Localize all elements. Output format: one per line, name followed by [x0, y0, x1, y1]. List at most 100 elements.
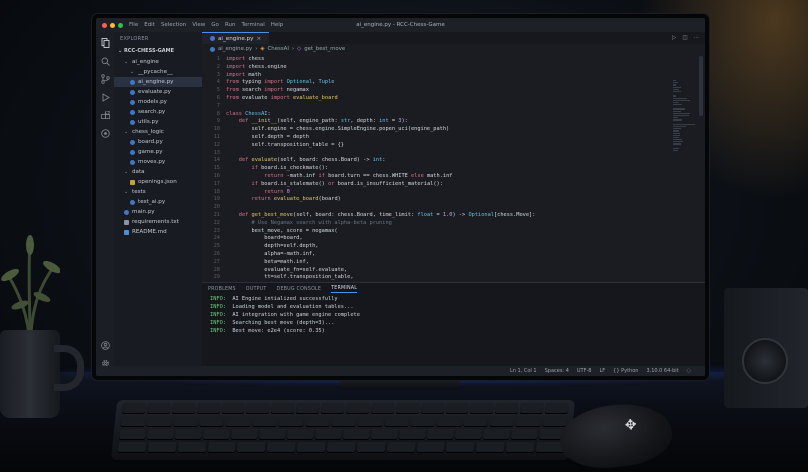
breadcrumb: ai_engine.py › ◈ ChessAI › ◇ get_best_mo… — [202, 44, 705, 54]
line-number: 11 — [213, 133, 220, 140]
run-file-icon[interactable]: ▷ — [672, 35, 676, 41]
tree-item-label: evaluate.py — [138, 89, 171, 95]
code-line: 13 — [202, 150, 705, 158]
terminal-line: INFO: AI integration with game engine co… — [210, 312, 360, 318]
tree-item[interactable]: ai_engine.py — [114, 77, 202, 87]
tree-item[interactable]: game.py — [114, 147, 202, 157]
tree-item-label: __pycache__ — [138, 69, 173, 75]
line-content: return -math.inf if board.turn == chess.… — [264, 172, 453, 179]
tree-item[interactable]: openings.json — [114, 177, 202, 187]
tree-item-label: board.py — [138, 139, 163, 145]
line-content: def get_best_move(self, board: chess.Boa… — [238, 211, 536, 218]
indentation[interactable]: Spaces: 4 — [545, 368, 569, 374]
file-tree: ⌄ ai_engine ⌄ __pycache__ ai_engine.py evalua… — [114, 57, 202, 237]
cursor-position[interactable]: Ln 1, Col 1 — [510, 368, 537, 374]
vscode-window: ai_engine.py - RCC-Chess-Game File Edit … — [96, 18, 705, 376]
panel-tab-problems[interactable]: PROBLEMS — [208, 287, 236, 292]
terminal-line: INFO: Searching best move (depth=3)... — [210, 320, 335, 326]
window-title: ai_engine.py - RCC-Chess-Game — [356, 22, 445, 28]
code-editor[interactable]: 1 import chess 2 import chess.engine 3 import… — [202, 56, 705, 282]
line-number: 19 — [213, 196, 220, 203]
project-root[interactable]: ⌄ RCC-CHESS-GAME — [114, 46, 202, 57]
files-icon[interactable] — [100, 38, 110, 48]
panel-tab-debug-console[interactable]: DEBUG CONSOLE — [277, 287, 322, 292]
tree-item-label: requirements.txt — [132, 219, 179, 225]
tree-item[interactable]: ⌄ tests — [114, 187, 202, 197]
search-icon[interactable] — [100, 56, 110, 66]
account-icon[interactable] — [100, 340, 110, 350]
language-mode[interactable]: {} Python — [613, 368, 638, 374]
tree-item-label: README.md — [132, 229, 167, 235]
line-content: def __init__(self, engine_path: str, dep… — [238, 118, 408, 125]
line-content: from search import negamax — [226, 87, 309, 94]
line-content: tt=self.transposition_table, — [226, 274, 354, 281]
source-control-icon[interactable] — [100, 74, 110, 84]
tree-item[interactable]: search.py — [114, 107, 202, 117]
folder-chevron-icon: ⌄ — [130, 68, 135, 75]
tree-item[interactable]: ⌄ chess_logic — [114, 127, 202, 137]
minimap[interactable] — [673, 80, 695, 152]
breadcrumb-class[interactable]: ChessAI — [268, 46, 289, 52]
explorer-sidebar: EXPLORER ⌄ RCC-CHESS-GAME ⌄ ai_engine ⌄ __p… — [114, 32, 202, 366]
notifications-bell-icon[interactable]: ◌ — [687, 368, 691, 374]
tree-item[interactable]: requirements.txt — [114, 217, 202, 227]
tree-item[interactable]: ⌄ data — [114, 167, 202, 177]
split-editor-icon[interactable]: ◫ — [682, 35, 687, 41]
code-line: 1 import chess — [202, 56, 705, 64]
line-number: 24 — [213, 235, 220, 242]
editor-scrollbar[interactable] — [699, 56, 703, 116]
line-number: 7 — [216, 102, 220, 109]
tree-item[interactable]: board.py — [114, 137, 202, 147]
tree-item-label: test_ai.py — [138, 199, 166, 205]
tree-item[interactable]: README.md — [114, 227, 202, 237]
panel-tab-terminal[interactable]: TERMINAL — [331, 286, 358, 293]
folder-chevron-icon: ⌄ — [124, 128, 129, 135]
extensions-icon[interactable] — [100, 110, 110, 120]
code-line: 23 best_move, score = negamax( — [202, 228, 705, 236]
plant — [1, 235, 60, 345]
tree-item[interactable]: ⌄ __pycache__ — [114, 67, 202, 77]
breadcrumb-file[interactable]: ai_engine.py — [218, 46, 252, 52]
encoding[interactable]: UTF-8 — [577, 368, 592, 374]
code-line: 20 — [202, 204, 705, 212]
tab-ai-engine[interactable]: ai_engine.py × — [202, 32, 270, 44]
tree-item[interactable]: utils.py — [114, 117, 202, 127]
terminal-output[interactable]: INFO: AI Engine intialized successfully I… — [202, 295, 705, 335]
md-file-icon — [124, 229, 129, 235]
monitor: ai_engine.py - RCC-Chess-Game File Edit … — [92, 14, 709, 380]
line-number: 3 — [216, 71, 220, 78]
python-interpreter[interactable]: 3.10.0 64-bit — [646, 368, 678, 374]
tree-item[interactable]: ⌄ ai_engine — [114, 57, 202, 67]
line-content: from evaluate import evaluate_board — [226, 94, 338, 101]
code-line: 14 def evaluate(self, board: chess.Board… — [202, 157, 705, 165]
line-number: 6 — [216, 94, 220, 101]
code-line: 27 beta=math.inf, — [202, 259, 705, 267]
breadcrumb-method[interactable]: get_best_move — [304, 46, 345, 52]
tree-item[interactable]: test_ai.py — [114, 197, 202, 207]
method-symbol-icon: ◇ — [297, 46, 302, 52]
code-line: 26 alpha=-math.inf, — [202, 251, 705, 259]
py-file-icon — [130, 119, 135, 125]
code-line: 24 board=board, — [202, 235, 705, 243]
line-number: 1 — [216, 56, 220, 62]
code-line: 8 class ChessAI: — [202, 111, 705, 119]
more-actions-icon[interactable]: ··· — [694, 35, 699, 41]
py-file-icon — [130, 149, 135, 155]
tree-item[interactable]: models.py — [114, 97, 202, 107]
code-line: 19 return evaluate_board(board) — [202, 196, 705, 204]
project-name: RCC-CHESS-GAME — [123, 48, 175, 54]
tree-item-label: search.py — [138, 109, 166, 115]
line-number: 4 — [216, 79, 220, 86]
panel-tab-output[interactable]: OUTPUT — [246, 287, 267, 292]
run-debug-icon[interactable] — [100, 92, 110, 102]
line-ending[interactable]: LF — [599, 368, 605, 374]
tree-item[interactable]: main.py — [114, 207, 202, 217]
tree-item[interactable]: evaluate.py — [114, 87, 202, 97]
tree-item[interactable]: moves.py — [114, 157, 202, 167]
line-number: 28 — [213, 266, 220, 273]
close-tab-icon[interactable]: × — [257, 36, 262, 42]
line-number: 25 — [213, 243, 220, 250]
code-line: 4 from typing import Optional, Tuple — [202, 79, 705, 87]
line-number: 20 — [213, 204, 220, 211]
remote-icon[interactable] — [100, 128, 110, 138]
